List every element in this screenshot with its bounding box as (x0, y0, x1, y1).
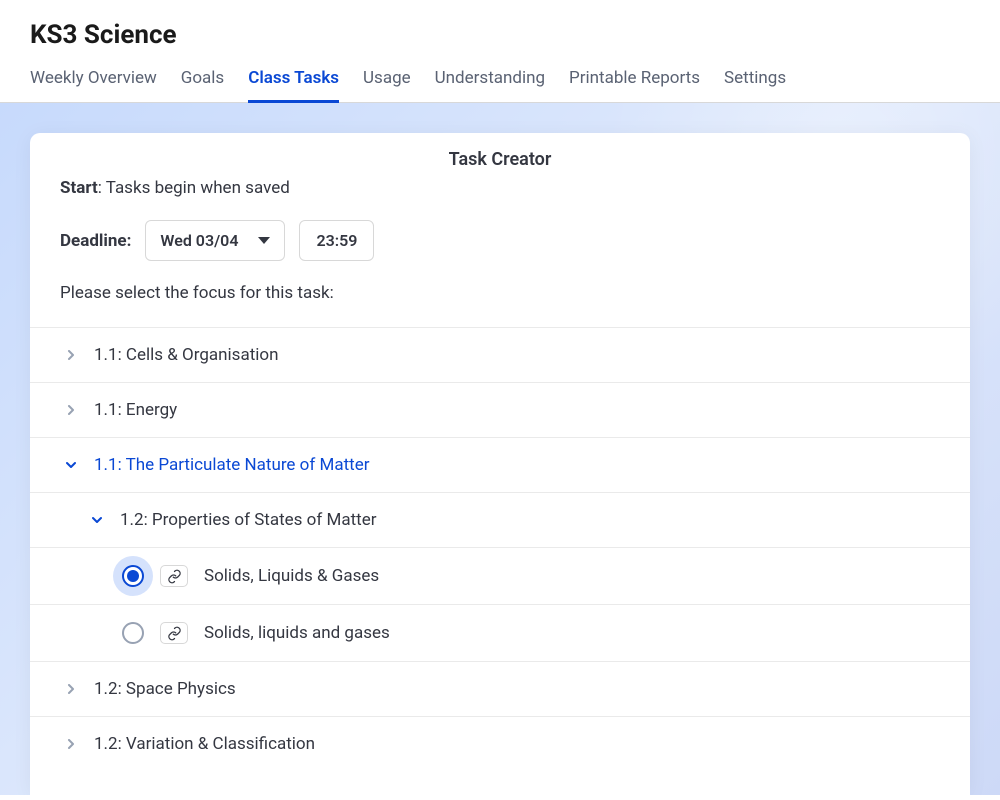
link-icon[interactable] (160, 565, 188, 587)
tab-understanding[interactable]: Understanding (435, 68, 545, 102)
topic-row[interactable]: 1.1: Cells & Organisation (30, 328, 970, 383)
tab-bar: Weekly Overview Goals Class Tasks Usage … (0, 68, 1000, 103)
tab-printable-reports[interactable]: Printable Reports (569, 68, 700, 102)
topic-label: 1.2: Properties of States of Matter (120, 510, 376, 530)
topic-label: 1.1: Energy (94, 400, 177, 420)
deadline-label: Deadline: (60, 231, 131, 251)
tab-class-tasks[interactable]: Class Tasks (248, 68, 339, 102)
chevron-right-icon (64, 348, 78, 362)
topic-row[interactable]: 1.1: The Particulate Nature of Matter (30, 438, 970, 493)
chevron-right-icon (64, 403, 78, 417)
topic-label: 1.1: The Particulate Nature of Matter (94, 455, 369, 475)
tab-goals[interactable]: Goals (181, 68, 224, 102)
chevron-down-icon (64, 458, 78, 472)
focus-instruction: Please select the focus for this task: (60, 283, 940, 303)
tab-weekly-overview[interactable]: Weekly Overview (30, 68, 157, 102)
topic-row[interactable]: 1.1: Energy (30, 383, 970, 438)
topic-label: Solids, Liquids & Gases (204, 566, 379, 586)
card-title: Task Creator (30, 133, 970, 170)
deadline-date-dropdown[interactable]: Wed 03/04 (145, 220, 285, 261)
chevron-right-icon (64, 682, 78, 696)
radio-selected[interactable] (122, 565, 144, 587)
task-creator-card: Task Creator Start: Tasks begin when sav… (30, 133, 970, 795)
start-line: Start: Tasks begin when saved (60, 178, 940, 198)
topic-label: 1.2: Variation & Classification (94, 734, 315, 754)
chevron-down-icon (90, 513, 104, 527)
deadline-date-value: Wed 03/04 (160, 231, 238, 250)
link-icon[interactable] (160, 622, 188, 644)
topic-leaf-row[interactable]: Solids, liquids and gases (30, 605, 970, 662)
tab-usage[interactable]: Usage (363, 68, 411, 102)
topic-row[interactable]: 1.2: Space Physics (30, 662, 970, 717)
start-label: Start (60, 178, 98, 198)
topic-label: 1.1: Cells & Organisation (94, 345, 278, 365)
topic-row[interactable]: 1.2: Properties of States of Matter (30, 493, 970, 548)
topic-list: 1.1: Cells & Organisation 1.1: Energy 1.… (30, 327, 970, 771)
topic-label: 1.2: Space Physics (94, 679, 236, 699)
tab-settings[interactable]: Settings (724, 68, 786, 102)
topic-label: Solids, liquids and gases (204, 623, 390, 643)
radio-unselected[interactable] (122, 622, 144, 644)
topic-leaf-row[interactable]: Solids, Liquids & Gases (30, 548, 970, 605)
deadline-time-value: 23:59 (316, 231, 357, 250)
topic-row[interactable]: 1.2: Variation & Classification (30, 717, 970, 771)
page-title: KS3 Science (30, 20, 970, 50)
start-value: Tasks begin when saved (106, 178, 290, 198)
caret-down-icon (258, 237, 270, 244)
deadline-time-input[interactable]: 23:59 (299, 220, 374, 261)
chevron-right-icon (64, 737, 78, 751)
